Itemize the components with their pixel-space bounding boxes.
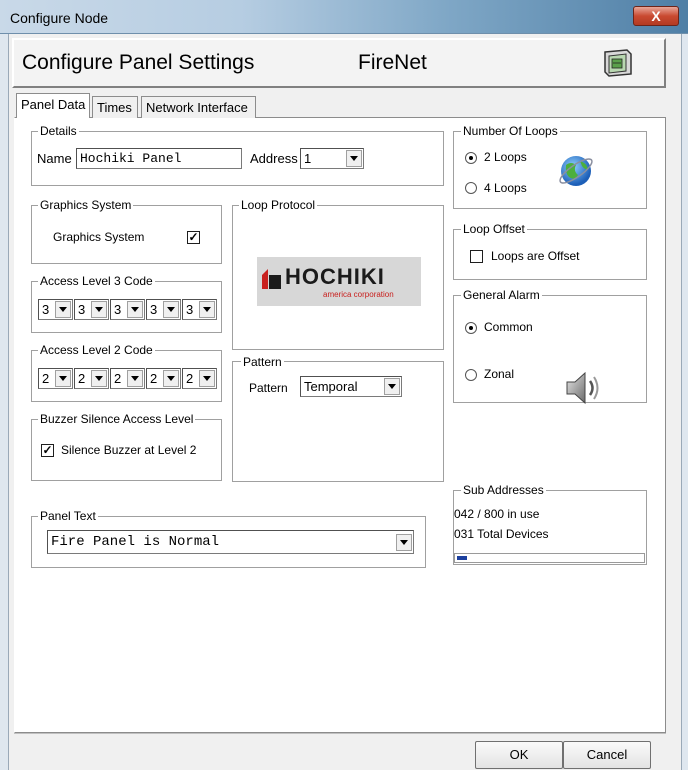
chevron-down-icon[interactable] — [346, 150, 362, 167]
radio-4-loops-label: 4 Loops — [484, 181, 527, 195]
access-level-2-digit-3[interactable]: 2 — [110, 368, 145, 389]
general-alarm-label: General Alarm — [461, 288, 542, 302]
chevron-down-icon[interactable] — [163, 301, 179, 318]
panel-text-select[interactable]: Fire Panel is Normal — [47, 530, 414, 554]
buzzer-silence-label: Buzzer Silence Access Level — [38, 412, 196, 426]
chevron-down-icon[interactable] — [199, 301, 215, 318]
access-level-2-digit-4[interactable]: 2 — [146, 368, 181, 389]
access-level-2-digit-value: 2 — [186, 371, 194, 386]
sub-addresses-label: Sub Addresses — [461, 483, 546, 497]
silence-buzzer-checkbox[interactable]: ✓ — [41, 444, 54, 457]
hochiki-logo-text: HOCHIKI — [285, 264, 385, 289]
general-alarm-group — [453, 295, 647, 403]
graphics-system-group-label: Graphics System — [38, 198, 134, 212]
chevron-down-icon[interactable] — [55, 370, 71, 387]
access-level-3-code: 3 3 3 3 3 — [38, 299, 218, 321]
access-level-3-digit-value: 3 — [78, 302, 86, 317]
loops-offset-checkbox[interactable] — [470, 250, 483, 263]
access-level-3-label: Access Level 3 Code — [38, 274, 155, 288]
chevron-down-icon[interactable] — [127, 370, 143, 387]
tab-panel-data[interactable]: Panel Data — [16, 93, 91, 118]
radio-zonal[interactable] — [465, 369, 477, 381]
number-of-loops-label: Number Of Loops — [461, 124, 560, 138]
access-level-3-digit-value: 3 — [42, 302, 50, 317]
access-level-2-digit-5[interactable]: 2 — [182, 368, 217, 389]
chevron-down-icon[interactable] — [163, 370, 179, 387]
sub-addresses-total: 031 Total Devices — [454, 527, 549, 541]
radio-2-loops[interactable] — [465, 152, 477, 164]
chevron-down-icon[interactable] — [55, 301, 71, 318]
address-select[interactable]: 1 — [300, 148, 364, 169]
access-level-3-digit-2[interactable]: 3 — [74, 299, 109, 320]
address-value: 1 — [304, 151, 312, 166]
tab-network-interface[interactable]: Network Interface — [141, 96, 256, 118]
radio-4-loops[interactable] — [465, 182, 477, 194]
cancel-button[interactable]: Cancel — [563, 741, 651, 769]
pattern-field-label: Pattern — [249, 381, 288, 395]
chevron-down-icon[interactable] — [127, 301, 143, 318]
hochiki-flame-icon — [262, 269, 281, 289]
tab-times[interactable]: Times — [92, 96, 138, 118]
hochiki-logo: HOCHIKI america corporation — [257, 257, 421, 306]
access-level-3-digit-1[interactable]: 3 — [38, 299, 73, 320]
window-title: Configure Node — [10, 10, 109, 26]
network-name: FireNet — [358, 51, 427, 74]
close-button[interactable]: X — [633, 6, 679, 26]
chevron-down-icon[interactable] — [384, 378, 400, 395]
speaker-icon — [566, 371, 599, 405]
number-of-loops-group — [453, 131, 647, 209]
ok-button[interactable]: OK — [475, 741, 563, 769]
access-level-3-digit-value: 3 — [114, 302, 122, 317]
silence-buzzer-checkbox-label: Silence Buzzer at Level 2 — [61, 443, 197, 457]
access-level-3-digit-4[interactable]: 3 — [146, 299, 181, 320]
loop-protocol-label: Loop Protocol — [239, 198, 318, 212]
loop-offset-label: Loop Offset — [461, 222, 527, 236]
pattern-group-label: Pattern — [241, 355, 284, 369]
panel-text-value: Fire Panel is Normal — [51, 534, 220, 550]
access-level-2-label: Access Level 2 Code — [38, 343, 155, 357]
divider — [14, 733, 666, 734]
page-title: Configure Panel Settings — [22, 51, 255, 74]
access-level-2-digit-value: 2 — [114, 371, 122, 386]
sub-addresses-progress-fill — [457, 556, 467, 560]
sub-addresses-progress-bar — [454, 553, 645, 563]
address-label: Address — [250, 151, 298, 166]
sub-addresses-in-use: 042 / 800 in use — [454, 507, 540, 521]
pattern-select[interactable]: Temporal — [300, 376, 402, 397]
hochiki-logo-sub: america corporation — [323, 290, 394, 299]
pattern-value: Temporal — [304, 379, 358, 394]
globe-icon — [559, 156, 593, 186]
loops-offset-checkbox-label: Loops are Offset — [491, 249, 580, 263]
graphics-system-checkbox-label: Graphics System — [53, 230, 145, 244]
access-level-2-digit-value: 2 — [42, 371, 50, 386]
graphics-system-checkbox[interactable]: ✓ — [187, 231, 200, 244]
radio-2-loops-label: 2 Loops — [484, 150, 527, 164]
chevron-down-icon[interactable] — [396, 534, 412, 551]
chevron-down-icon[interactable] — [91, 301, 107, 318]
access-level-3-digit-value: 3 — [186, 302, 194, 317]
access-level-3-digit-5[interactable]: 3 — [182, 299, 217, 320]
access-level-3-digit-3[interactable]: 3 — [110, 299, 145, 320]
access-level-3-digit-value: 3 — [150, 302, 158, 317]
fire-panel-icon — [604, 49, 632, 77]
radio-common-label: Common — [484, 320, 533, 334]
chevron-down-icon[interactable] — [91, 370, 107, 387]
access-level-2-digit-1[interactable]: 2 — [38, 368, 73, 389]
access-level-2-code: 2 2 2 2 2 — [38, 368, 218, 390]
name-field[interactable]: Hochiki Panel — [76, 148, 242, 169]
access-level-2-digit-value: 2 — [78, 371, 86, 386]
radio-zonal-label: Zonal — [484, 367, 515, 381]
name-label: Name — [37, 151, 72, 166]
access-level-2-digit-2[interactable]: 2 — [74, 368, 109, 389]
radio-common[interactable] — [465, 322, 477, 334]
access-level-2-digit-value: 2 — [150, 371, 158, 386]
details-group-label: Details — [38, 124, 79, 138]
panel-text-label: Panel Text — [38, 509, 98, 523]
chevron-down-icon[interactable] — [199, 370, 215, 387]
